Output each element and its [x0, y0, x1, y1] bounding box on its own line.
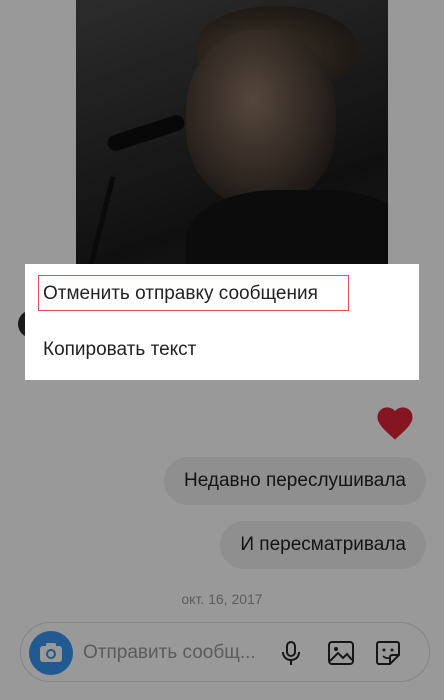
message-options-menu: Отменить отправку сообщения Копировать т… [25, 264, 419, 380]
unsend-message-option[interactable]: Отменить отправку сообщения [43, 282, 318, 306]
copy-text-option[interactable]: Копировать текст [43, 338, 196, 362]
